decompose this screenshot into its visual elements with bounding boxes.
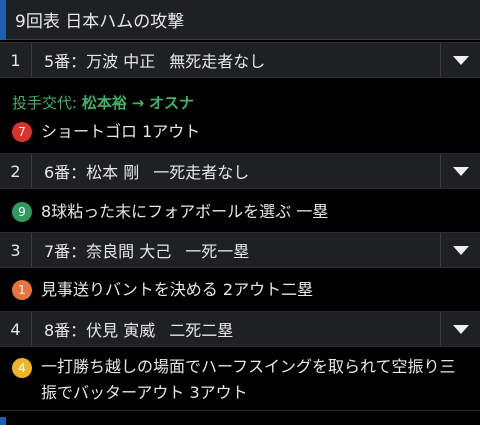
- pitcher-change-note: 投手交代: 松本裕 → オスナ: [12, 92, 194, 113]
- runner-situation: 二死二塁: [169, 321, 234, 340]
- at-bat-row-4[interactable]: 4 8番：伏見 寅威 二死二塁: [0, 311, 480, 347]
- runner-situation: 一死走者なし: [153, 163, 250, 182]
- at-bat-row-2[interactable]: 2 6番：松本 剛一死走者なし: [0, 153, 480, 189]
- pitch-count-badge: 4: [12, 358, 32, 378]
- expand-toggle-button[interactable]: [440, 43, 480, 77]
- expand-toggle-button[interactable]: [440, 154, 480, 188]
- header-accent-bar: [0, 0, 6, 40]
- at-bat-summary: 7番：奈良間 大己 一死一塁: [44, 238, 249, 262]
- expand-toggle-button[interactable]: [440, 312, 480, 346]
- chevron-down-icon: [452, 55, 469, 65]
- batter-name: 7番：奈良間 大己: [44, 242, 172, 261]
- arrow-icon: →: [131, 94, 145, 112]
- expand-toggle-button[interactable]: [440, 233, 480, 267]
- at-bat-summary: 6番：松本 剛一死走者なし: [44, 159, 249, 183]
- batter-name: 8番：伏見 寅威: [44, 321, 156, 340]
- at-bat-number: 4: [0, 312, 32, 346]
- at-bat-summary: 5番：万波 中正 無死走者なし: [44, 48, 265, 72]
- pitcher-change-label: 投手交代:: [12, 94, 78, 112]
- at-bat-number: 1: [0, 43, 32, 77]
- at-bat-row-3[interactable]: 3 7番：奈良間 大己 一死一塁: [0, 232, 480, 268]
- divider: [0, 410, 480, 411]
- at-bat-number: 2: [0, 154, 32, 188]
- chevron-down-icon: [452, 245, 469, 255]
- at-bat-number: 3: [0, 233, 32, 267]
- next-section-accent: [0, 417, 6, 425]
- runner-situation: 一死一塁: [185, 242, 250, 261]
- pitcher-from: 松本裕: [81, 94, 127, 112]
- pitch-count-badge: 7: [12, 122, 32, 142]
- chevron-down-icon: [452, 166, 469, 176]
- runner-situation: 無死走者なし: [169, 52, 266, 71]
- play-description: ショートゴロ 1アウト: [41, 122, 201, 141]
- batter-name: 5番：万波 中正: [44, 52, 156, 71]
- at-bat-row-1[interactable]: 1 5番：万波 中正 無死走者なし: [0, 42, 480, 78]
- pitcher-to: オスナ: [149, 94, 195, 112]
- play-description: 8球粘った末にフォアボールを選ぶ 一塁: [41, 202, 329, 221]
- pitch-count-badge: 9: [12, 202, 32, 222]
- play-event-1: 7 ショートゴロ 1アウト: [0, 121, 480, 143]
- inning-header: 9回表 日本ハムの攻撃: [0, 0, 480, 40]
- at-bat-summary: 8番：伏見 寅威 二死二塁: [44, 317, 233, 341]
- play-event-3: 1 見事送りバントを決める 2アウト二塁: [0, 279, 480, 301]
- batter-name: 6番：松本 剛: [44, 163, 140, 182]
- inning-title: 9回表 日本ハムの攻撃: [15, 12, 185, 32]
- chevron-down-icon: [452, 324, 469, 334]
- play-event-4: 4 一打勝ち越しの場面でハーフスイングを取られて空振り三振でバッターアウト 3ア…: [0, 357, 480, 406]
- play-event-2: 9 8球粘った末にフォアボールを選ぶ 一塁: [0, 201, 480, 223]
- play-description: 一打勝ち越しの場面でハーフスイングを取られて空振り三振でバッターアウト 3アウト: [41, 357, 456, 402]
- play-description: 見事送りバントを決める 2アウト二塁: [41, 280, 314, 299]
- pitch-count-badge: 1: [12, 280, 32, 300]
